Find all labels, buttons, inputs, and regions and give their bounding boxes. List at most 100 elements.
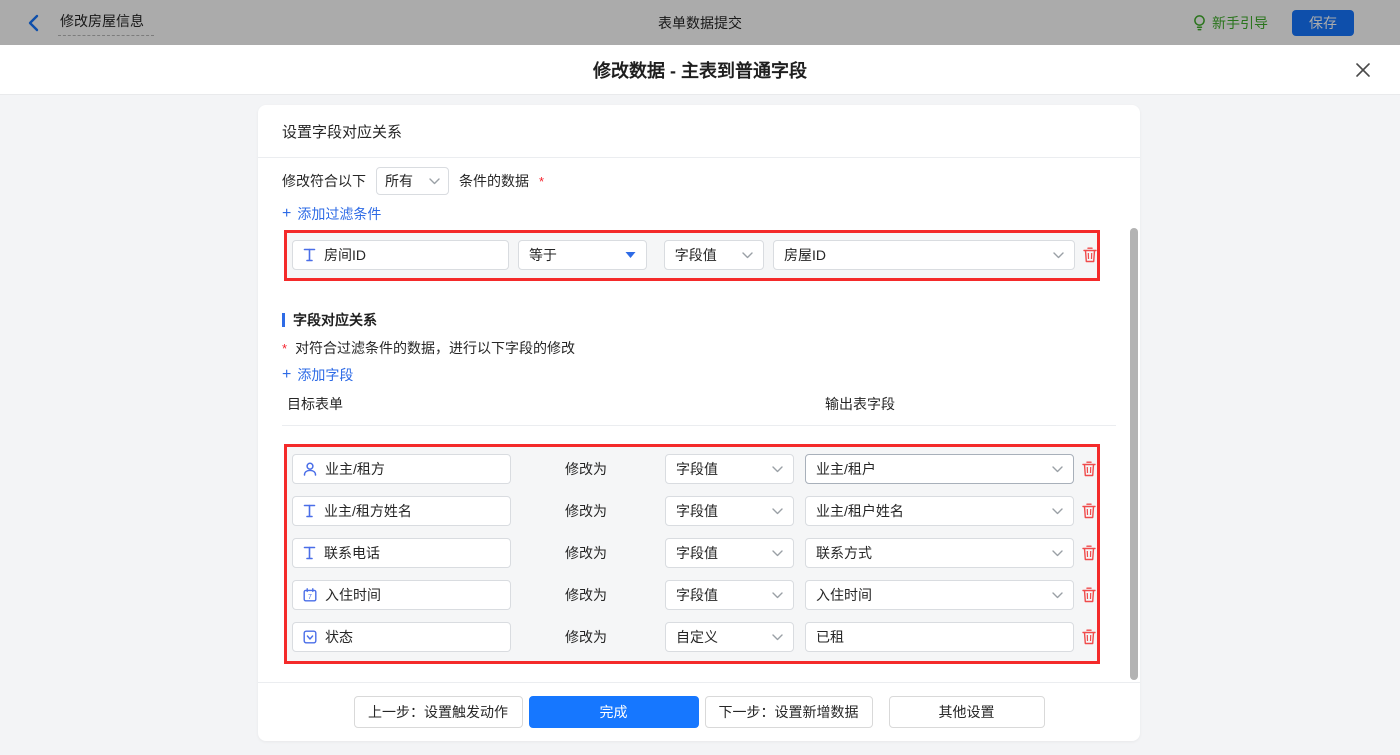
value-mode-select[interactable]: 字段值 (665, 454, 794, 484)
mapping-rows: 业主/租方 修改为 字段值 业主/租户 (287, 447, 1097, 661)
trash-icon (1082, 461, 1096, 477)
add-field-link[interactable]: + 添加字段 (282, 365, 353, 385)
delete-row-button[interactable] (1082, 587, 1096, 603)
required-asterisk: * (282, 341, 287, 356)
mapping-row: 业主/租方姓名 修改为 字段值 业主/租户姓名 (292, 496, 1097, 526)
text-icon (303, 546, 316, 560)
topbar-center-title: 表单数据提交 (0, 13, 1400, 33)
next-step-button[interactable]: 下一步：设置新增数据 (705, 696, 873, 728)
topbar: 修改房屋信息 表单数据提交 新手引导 保存 (0, 0, 1400, 45)
prev-step-button[interactable]: 上一步：设置触发动作 (354, 696, 523, 728)
lightbulb-icon (1192, 14, 1207, 31)
condition-suffix: 条件的数据 (459, 171, 529, 191)
target-field-value: 入住时间 (325, 585, 381, 605)
divider (258, 682, 1140, 683)
mapping-hint: * 对符合过滤条件的数据，进行以下字段的修改 (282, 338, 575, 358)
delete-row-button[interactable] (1082, 461, 1096, 477)
chevron-down-icon (429, 178, 440, 185)
output-field-select[interactable]: 入住时间 (805, 580, 1074, 610)
checkbox-icon (303, 630, 317, 644)
add-field-label: 添加字段 (297, 365, 353, 385)
settings-card: 设置字段对应关系 修改符合以下 所有 条件的数据 * + 添加过滤条件 (258, 105, 1140, 741)
chevron-down-icon (1052, 592, 1063, 599)
mapping-row: 业主/租方 修改为 字段值 业主/租户 (292, 454, 1097, 484)
text-icon (303, 504, 316, 518)
target-field-input[interactable]: 7 入住时间 (292, 580, 511, 610)
trash-icon (1082, 629, 1096, 645)
chevron-down-icon (772, 634, 783, 641)
custom-value-input[interactable]: 已租 (805, 622, 1074, 652)
target-field-input[interactable]: 业主/租方姓名 (292, 496, 511, 526)
filter-value-select[interactable]: 房屋ID (773, 240, 1075, 270)
target-field-value: 业主/租方 (325, 459, 385, 479)
chevron-down-icon (772, 592, 783, 599)
condition-match-value: 所有 (385, 171, 413, 191)
target-field-value: 业主/租方姓名 (324, 501, 412, 521)
target-field-value: 状态 (325, 627, 353, 647)
delete-row-button[interactable] (1082, 503, 1096, 519)
modal-header: 修改数据 - 主表到普通字段 (0, 45, 1400, 95)
plus-icon: + (282, 206, 291, 222)
condition-match-select[interactable]: 所有 (376, 167, 449, 195)
divider (282, 425, 1116, 426)
custom-value: 已租 (816, 627, 844, 647)
modify-label: 修改为 (565, 543, 665, 563)
output-field-value: 业主/租户姓名 (816, 501, 904, 521)
card-header: 设置字段对应关系 (258, 105, 1140, 158)
filter-field-value: 房间ID (324, 245, 366, 265)
trash-icon (1082, 587, 1096, 603)
target-field-input[interactable]: 业主/租方 (292, 454, 511, 484)
beginner-guide-link[interactable]: 新手引导 (1192, 13, 1268, 33)
column-target-form: 目标表单 (287, 394, 343, 414)
filter-row: 房间ID 等于 字段值 房屋ID (287, 233, 1097, 270)
value-mode-select[interactable]: 字段值 (665, 496, 794, 526)
filter-highlight-box: 房间ID 等于 字段值 房屋ID (284, 230, 1100, 281)
output-field-select[interactable]: 业主/租户姓名 (805, 496, 1074, 526)
close-button[interactable] (1350, 57, 1376, 83)
add-filter-link[interactable]: + 添加过滤条件 (282, 204, 381, 224)
required-asterisk: * (539, 174, 544, 189)
filter-operator-value: 等于 (529, 245, 557, 265)
output-field-value: 联系方式 (816, 543, 872, 563)
text-icon (303, 248, 316, 262)
svg-text:7: 7 (308, 594, 312, 601)
trash-icon (1082, 503, 1096, 519)
value-mode: 字段值 (676, 501, 718, 521)
mapping-section-title: 字段对应关系 (282, 310, 377, 330)
scrollbar-thumb[interactable] (1130, 228, 1138, 680)
filter-value-type-select[interactable]: 字段值 (664, 240, 764, 270)
other-settings-button[interactable]: 其他设置 (889, 696, 1045, 728)
output-field-select[interactable]: 联系方式 (805, 538, 1074, 568)
footer-buttons: 上一步：设置触发动作 完成 下一步：设置新增数据 其他设置 (258, 696, 1140, 728)
target-field-input[interactable]: 状态 (292, 622, 511, 652)
output-field-select[interactable]: 业主/租户 (805, 454, 1074, 484)
mapping-row: 联系电话 修改为 字段值 联系方式 (292, 538, 1097, 568)
target-field-input[interactable]: 联系电话 (292, 538, 511, 568)
save-button[interactable]: 保存 (1292, 10, 1354, 36)
value-mode-select[interactable]: 字段值 (665, 580, 794, 610)
done-button[interactable]: 完成 (529, 696, 699, 728)
delete-row-button[interactable] (1082, 545, 1096, 561)
calendar-icon: 7 (303, 588, 317, 602)
filter-field-input[interactable]: 房间ID (292, 240, 509, 270)
modal-title: 修改数据 - 主表到普通字段 (593, 57, 807, 83)
caret-down-icon (625, 251, 636, 259)
filter-operator-select[interactable]: 等于 (518, 240, 647, 270)
mapping-row: 状态 修改为 自定义 已租 (292, 622, 1097, 652)
modify-label: 修改为 (565, 459, 665, 479)
trash-icon (1083, 247, 1097, 263)
modify-label: 修改为 (565, 585, 665, 605)
chevron-down-icon (1052, 550, 1063, 557)
condition-prefix: 修改符合以下 (282, 171, 366, 191)
modal-body: 设置字段对应关系 修改符合以下 所有 条件的数据 * + 添加过滤条件 (0, 96, 1400, 755)
delete-row-button[interactable] (1082, 629, 1096, 645)
value-mode: 字段值 (676, 543, 718, 563)
value-mode-select[interactable]: 字段值 (665, 538, 794, 568)
modify-label: 修改为 (565, 627, 665, 647)
mapping-section-label: 字段对应关系 (293, 310, 377, 330)
user-icon (303, 462, 317, 476)
value-mode-select[interactable]: 自定义 (665, 622, 794, 652)
delete-filter-button[interactable] (1083, 247, 1097, 263)
value-mode: 自定义 (676, 627, 718, 647)
mapping-row: 7 入住时间 修改为 字段值 入住时间 (292, 580, 1097, 610)
